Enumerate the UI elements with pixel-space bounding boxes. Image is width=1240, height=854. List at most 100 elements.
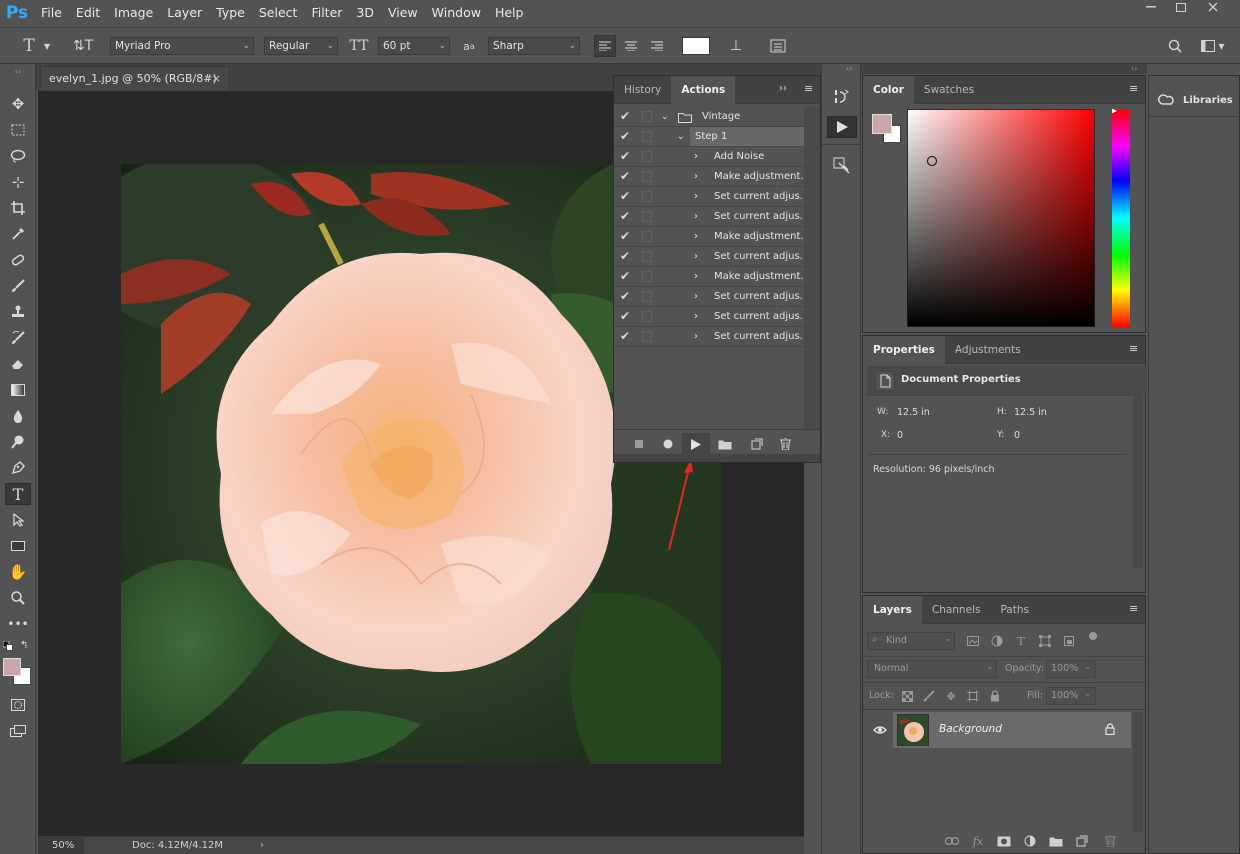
foreground-color-swatch[interactable] bbox=[3, 658, 21, 676]
chevron-down-icon[interactable]: ⌄ bbox=[677, 127, 685, 147]
check-icon[interactable]: ✔ bbox=[620, 230, 632, 242]
chevron-down-icon[interactable]: ⌄ bbox=[661, 107, 669, 127]
lock-pixels-icon[interactable] bbox=[921, 688, 937, 704]
check-icon[interactable]: ✔ bbox=[620, 110, 632, 122]
x-value[interactable]: 0 bbox=[897, 430, 903, 441]
chevron-right-icon[interactable]: › bbox=[694, 147, 698, 167]
layer-name[interactable]: Background bbox=[939, 723, 1002, 735]
check-icon[interactable]: ✔ bbox=[620, 170, 632, 182]
workspace-switcher[interactable]: ▼ bbox=[1198, 35, 1228, 57]
check-icon[interactable]: ✔ bbox=[620, 330, 632, 342]
action-step-row[interactable]: ✔ › Make adjustment... bbox=[614, 267, 804, 287]
tab-properties[interactable]: Properties bbox=[863, 335, 945, 364]
minimize-button[interactable] bbox=[1136, 0, 1166, 14]
menu-type[interactable]: Type bbox=[209, 0, 252, 26]
chevron-right-icon[interactable]: › bbox=[694, 187, 698, 207]
create-action-button[interactable] bbox=[748, 435, 766, 453]
menu-layer[interactable]: Layer bbox=[160, 0, 209, 26]
menu-edit[interactable]: Edit bbox=[69, 0, 107, 26]
dialog-toggle[interactable] bbox=[642, 291, 652, 302]
collapse-dock-icon[interactable]: ‹‹ bbox=[846, 64, 852, 73]
dialog-toggle[interactable] bbox=[642, 191, 652, 202]
collapse-panel-icon[interactable]: ›› bbox=[779, 83, 787, 94]
panel-menu-icon[interactable]: ≡ bbox=[1129, 602, 1138, 615]
history-panel-button[interactable] bbox=[832, 88, 854, 110]
menu-filter[interactable]: Filter bbox=[304, 0, 349, 26]
check-icon[interactable]: ✔ bbox=[620, 290, 632, 302]
check-icon[interactable]: ✔ bbox=[620, 210, 632, 222]
pen-tool[interactable] bbox=[5, 457, 31, 479]
tab-history[interactable]: History bbox=[614, 76, 671, 104]
check-icon[interactable]: ✔ bbox=[620, 310, 632, 322]
action-step-row[interactable]: ✔ › Add Noise bbox=[614, 147, 804, 167]
eraser-tool[interactable] bbox=[5, 353, 31, 375]
edit-toolbar-button[interactable]: ••• bbox=[5, 613, 31, 635]
warp-text-icon[interactable]: ⊥ bbox=[725, 35, 747, 57]
dialog-toggle[interactable] bbox=[642, 231, 652, 242]
text-orientation-icon[interactable]: ⇅T bbox=[72, 36, 94, 56]
dialog-toggle[interactable] bbox=[642, 271, 652, 282]
quick-mask-button[interactable] bbox=[5, 694, 31, 716]
check-icon[interactable]: ✔ bbox=[620, 270, 632, 282]
lock-position-icon[interactable]: ✥ bbox=[943, 688, 959, 704]
hand-tool[interactable]: ✋ bbox=[5, 561, 31, 583]
action-step-row[interactable]: ✔ › Set current adjus... bbox=[614, 187, 804, 207]
align-right-button[interactable] bbox=[646, 35, 668, 57]
action-step-row[interactable]: ✔ › Set current adjus... bbox=[614, 287, 804, 307]
libraries-button[interactable]: Libraries bbox=[1149, 86, 1240, 114]
delete-layer-button[interactable] bbox=[1101, 832, 1119, 850]
lock-all-icon[interactable] bbox=[987, 688, 1003, 704]
filter-pixel-icon[interactable] bbox=[965, 633, 981, 649]
panel-menu-icon[interactable]: ≡ bbox=[1129, 342, 1138, 355]
color-field[interactable] bbox=[907, 109, 1095, 327]
hue-slider[interactable] bbox=[1112, 109, 1132, 329]
action-set-row[interactable]: ✔ ⌄ Vintage bbox=[614, 107, 804, 127]
chevron-right-icon[interactable]: › bbox=[694, 287, 698, 307]
swap-colors-icon[interactable]: ↰ bbox=[20, 640, 32, 652]
layer-filter-select[interactable]: ⌕ Kind ⌄ bbox=[867, 632, 955, 650]
filter-shape-icon[interactable] bbox=[1037, 633, 1053, 649]
dodge-tool[interactable] bbox=[5, 431, 31, 453]
y-value[interactable]: 0 bbox=[1014, 430, 1020, 441]
close-tab-icon[interactable]: × bbox=[212, 67, 221, 91]
blend-mode-select[interactable]: Normal ⌄ bbox=[867, 660, 997, 678]
expand-dock-icon[interactable] bbox=[1130, 64, 1140, 74]
lock-artboard-icon[interactable] bbox=[965, 688, 981, 704]
close-window-button[interactable] bbox=[1198, 0, 1228, 14]
layer-row-background[interactable]: Background bbox=[867, 712, 1131, 748]
stop-recording-button[interactable] bbox=[630, 435, 648, 453]
zoom-tool[interactable] bbox=[5, 587, 31, 609]
menu-select[interactable]: Select bbox=[252, 0, 305, 26]
tab-swatches[interactable]: Swatches bbox=[914, 76, 984, 104]
text-color-swatch[interactable] bbox=[682, 37, 710, 55]
tab-channels[interactable]: Channels bbox=[922, 596, 991, 624]
color-foreground-swatch[interactable] bbox=[872, 114, 892, 134]
gradient-tool[interactable] bbox=[5, 379, 31, 401]
menu-file[interactable]: File bbox=[34, 0, 69, 26]
check-icon[interactable]: ✔ bbox=[620, 250, 632, 262]
actions-panel-button[interactable] bbox=[827, 116, 857, 138]
zoom-level[interactable]: 50% bbox=[38, 837, 84, 854]
height-value[interactable]: 12.5 in bbox=[1014, 407, 1047, 418]
new-group-button[interactable] bbox=[1047, 832, 1065, 850]
chevron-right-icon[interactable]: › bbox=[694, 167, 698, 187]
history-brush-tool[interactable] bbox=[5, 327, 31, 349]
character-panel-button[interactable] bbox=[767, 35, 789, 57]
align-center-button[interactable] bbox=[620, 35, 642, 57]
chevron-right-icon[interactable]: › bbox=[694, 227, 698, 247]
dialog-toggle[interactable] bbox=[642, 111, 652, 122]
maximize-button[interactable] bbox=[1166, 0, 1196, 14]
filter-adjustment-icon[interactable] bbox=[989, 633, 1005, 649]
font-family-select[interactable]: Myriad Pro ⌄ bbox=[110, 37, 254, 55]
add-mask-button[interactable] bbox=[995, 832, 1013, 850]
action-step-row[interactable]: ✔ › Set current adjus... bbox=[614, 307, 804, 327]
check-icon[interactable]: ✔ bbox=[620, 130, 632, 142]
font-style-select[interactable]: Regular ⌄ bbox=[264, 37, 338, 55]
document-tab[interactable]: evelyn_1.jpg @ 50% (RGB/8#) × bbox=[40, 66, 230, 90]
dialog-toggle[interactable] bbox=[642, 131, 652, 142]
blur-tool[interactable] bbox=[5, 405, 31, 427]
filter-toggle-icon[interactable] bbox=[1089, 632, 1097, 640]
move-tool[interactable]: ✥ bbox=[5, 93, 31, 115]
lasso-tool[interactable] bbox=[5, 145, 31, 167]
panel-menu-icon[interactable]: ≡ bbox=[1129, 82, 1138, 95]
